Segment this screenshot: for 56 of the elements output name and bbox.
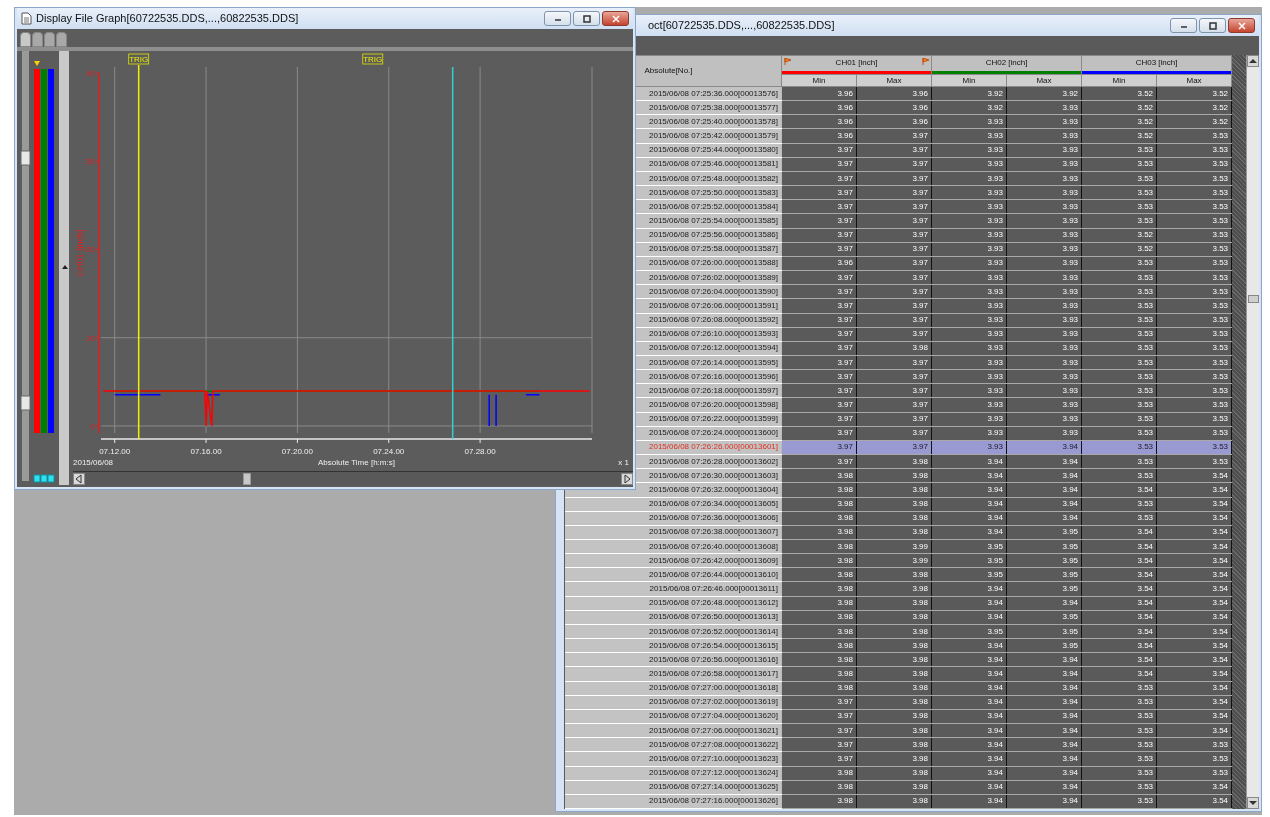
zoom-label: x 1	[618, 458, 629, 467]
trigger-flag[interactable]: TRIG	[362, 53, 384, 65]
date-label: 2015/06/08	[73, 458, 114, 467]
down-arrow-icon	[1248, 799, 1258, 807]
close-button[interactable]	[1228, 18, 1255, 33]
left-arrow-icon	[74, 473, 84, 484]
flag-icon	[922, 58, 929, 65]
tab[interactable]	[20, 32, 31, 47]
trigger-flag[interactable]: TRIG	[128, 53, 150, 65]
scroll-up-button[interactable]	[1247, 55, 1259, 67]
close-icon	[1235, 20, 1248, 31]
y-tick-label: 10	[86, 333, 95, 343]
minimize-button[interactable]	[1170, 18, 1197, 33]
scroll-right-button[interactable]	[621, 472, 633, 485]
window-title: oct[60722535.DDS,...,60822535.DDS]	[648, 18, 835, 34]
column-header[interactable]: Absolute[No.]	[636, 55, 782, 87]
up-arrow-icon	[1248, 57, 1258, 65]
minimize-button[interactable]	[544, 11, 571, 26]
x-tick-label: 07.24.00	[373, 447, 405, 456]
y-tick-label: 0	[90, 421, 95, 431]
tab[interactable]	[32, 32, 43, 47]
horizontal-scrollbar[interactable]	[73, 471, 633, 485]
close-icon	[609, 13, 622, 24]
maximize-button[interactable]	[573, 11, 600, 26]
vertical-scrollbar[interactable]	[1246, 55, 1259, 809]
x-tick-label: 07.20.00	[281, 447, 313, 456]
marker-icon	[34, 61, 40, 66]
y-tick-label: 30	[86, 157, 95, 167]
channel-header[interactable]: CH03 [inch]	[1081, 55, 1232, 75]
document-icon	[21, 12, 32, 25]
x-axis-title: Absolute Time [h:m:s]	[318, 458, 395, 467]
indicator-icon	[33, 474, 55, 483]
collapse-arrow-icon[interactable]	[62, 265, 68, 269]
maximize-icon	[580, 13, 593, 24]
scroll-thumb[interactable]	[1248, 295, 1259, 303]
scroll-down-button[interactable]	[1247, 797, 1259, 809]
y-axis-title: CH01 [inch]	[75, 229, 85, 277]
maximize-button[interactable]	[1199, 18, 1226, 33]
scroll-left-button[interactable]	[73, 472, 85, 485]
x-tick-label: 07.28.00	[464, 447, 496, 456]
channel-header[interactable]: CH01 [inch]	[781, 55, 932, 75]
x-tick-label: 07.16.00	[190, 447, 222, 456]
channel-header[interactable]: CH02 [inch]	[931, 55, 1082, 75]
cursor-line[interactable]	[451, 66, 454, 440]
x-tick-label: 07.12.00	[99, 447, 131, 456]
flag-icon	[784, 58, 791, 65]
tab[interactable]	[44, 32, 55, 47]
close-button[interactable]	[602, 11, 629, 26]
maximize-icon	[1206, 20, 1219, 31]
y-tick-label: 20	[86, 245, 95, 255]
slider-drawing[interactable]	[20, 51, 31, 481]
tab[interactable]	[56, 32, 67, 47]
right-arrow-icon	[622, 473, 632, 484]
y-tick-label: 40	[86, 69, 95, 78]
window-title: Display File Graph[60722535.DDS,...,60822535.DDS]	[36, 11, 299, 27]
scroll-thumb[interactable]	[243, 473, 251, 485]
